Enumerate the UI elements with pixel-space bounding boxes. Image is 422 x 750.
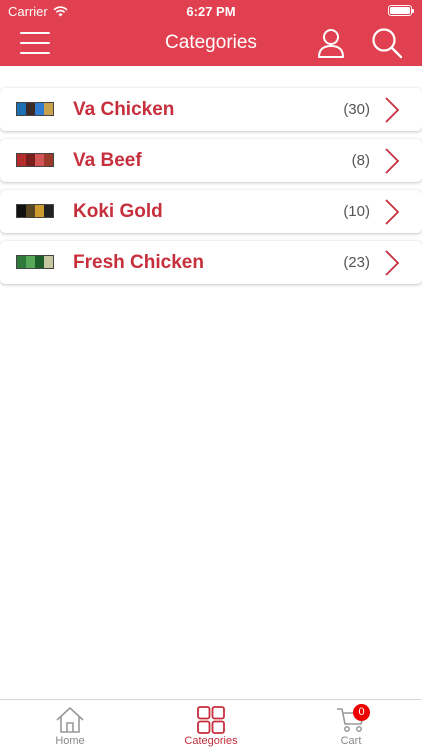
status-time: 6:27 PM [186,4,236,19]
account-button[interactable] [316,26,346,60]
category-thumbnail [16,255,54,269]
category-thumbnail [16,153,54,167]
page-title: Categories [165,32,257,53]
category-count: (10) [343,203,370,220]
cart-count-badge: 0 [353,704,370,721]
category-count: (8) [351,152,370,169]
tab-home[interactable]: Home [30,700,110,750]
home-icon [56,707,84,733]
category-row-fresh-chicken[interactable]: Fresh Chicken (23) [0,241,422,284]
nav-bar: Categories [0,22,422,66]
app-header: Carrier 6:27 PM Categories [0,0,422,66]
chevron-right-icon [385,148,400,174]
tab-categories-label: Categories [184,735,238,747]
tab-cart-label: Cart [340,735,362,747]
battery-icon [388,5,414,16]
category-name: Fresh Chicken [73,252,204,273]
category-count: (23) [343,254,370,271]
category-row-va-chicken[interactable]: Va Chicken (30) [0,88,422,131]
chevron-right-icon [385,97,400,123]
chevron-right-icon [385,199,400,225]
status-bar: Carrier 6:27 PM [0,0,422,22]
category-thumbnail [16,102,54,116]
search-icon [372,28,403,59]
category-count: (30) [343,101,370,118]
tab-home-label: Home [55,735,85,747]
grid-icon [197,706,225,734]
category-list: Va Chicken (30) Va Beef (8) Koki Gold (1… [0,88,422,292]
category-row-koki-gold[interactable]: Koki Gold (10) [0,190,422,233]
category-thumbnail [16,204,54,218]
user-icon [318,29,344,58]
tab-bar: Home Categories 0 Cart [0,699,422,750]
category-name: Va Beef [73,150,142,171]
tab-cart[interactable]: 0 Cart [311,700,391,750]
category-row-va-beef[interactable]: Va Beef (8) [0,139,422,182]
category-name: Va Chicken [73,99,175,120]
search-button[interactable] [370,26,404,60]
category-name: Koki Gold [73,201,163,222]
chevron-right-icon [385,250,400,276]
tab-categories[interactable]: Categories [171,700,251,750]
